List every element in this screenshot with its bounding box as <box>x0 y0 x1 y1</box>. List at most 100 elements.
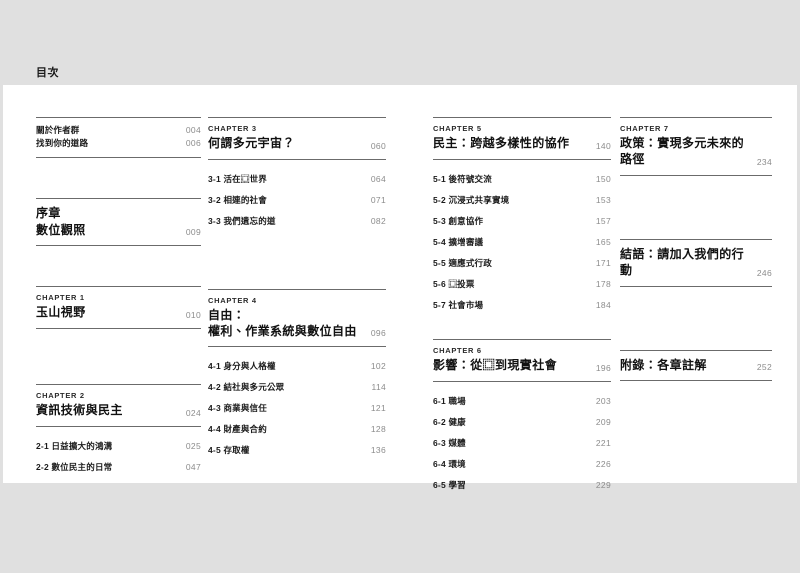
preface-title: 序章 數位觀照 <box>36 205 86 238</box>
section-label: 3-2 相連的社會 <box>208 194 267 205</box>
chapter-4-eyebrow: CHAPTER 4 <box>208 295 257 305</box>
toc-column-1: 關於作者群 004 找到你的道路 006 序章 數位觀照 009 CHAPTER… <box>36 85 201 473</box>
section-label: 3-1 活在⿴世界 <box>208 173 267 184</box>
chapter-1-page: 010 <box>185 310 201 321</box>
chapter-2-block[interactable]: CHAPTER 2 資訊技術與民主 024 <box>36 384 201 428</box>
section-label: 4-5 存取權 <box>208 445 250 456</box>
section-label: 2-1 日益擴大的鴻溝 <box>36 441 113 452</box>
section-row[interactable]: 6-4 環境 226 <box>433 458 611 470</box>
chapter-3-eyebrow: CHAPTER 3 <box>208 124 257 133</box>
section-page: 128 <box>370 424 386 435</box>
section-page: 209 <box>595 416 611 427</box>
toc-page: 目次 關於作者群 004 找到你的道路 006 序章 數位觀照 009 CHAP… <box>0 0 800 573</box>
section-page: 025 <box>185 441 201 452</box>
chapter-7-eyebrow: CHAPTER 7 <box>620 124 669 133</box>
section-row[interactable]: 5-2 沉浸式共享實境 153 <box>433 194 611 206</box>
chapter-5-block[interactable]: CHAPTER 5 民主：跨越多樣性的協作 140 <box>433 117 611 160</box>
section-row[interactable]: 4-3 商業與信任 121 <box>208 402 386 414</box>
chapter-4-block[interactable]: CHAPTER 4 自由： 權利、作業系統與數位自由 096 <box>208 288 386 348</box>
section-row[interactable]: 5-1 後符號交流 150 <box>433 173 611 185</box>
toc-column-2: CHAPTER 3 何謂多元宇宙？ 060 3-1 活在⿴世界 064 3-2 … <box>208 85 386 456</box>
section-page: 071 <box>370 194 386 205</box>
section-row[interactable]: 5-5 適應式行政 171 <box>433 257 611 269</box>
chapter-2-eyebrow: CHAPTER 2 <box>36 391 85 401</box>
section-row[interactable]: 5-3 創意協作 157 <box>433 215 611 227</box>
section-label: 5-1 後符號交流 <box>433 173 492 184</box>
section-row[interactable]: 6-3 媒體 221 <box>433 437 611 449</box>
chapter-1-block[interactable]: CHAPTER 1 玉山視野 010 <box>36 286 201 330</box>
section-page: 226 <box>595 458 611 469</box>
section-row[interactable]: 4-2 結社與多元公眾 114 <box>208 381 386 393</box>
section-row[interactable]: 3-1 活在⿴世界 064 <box>208 173 386 185</box>
preface-title-line-1: 序章 <box>36 206 61 221</box>
section-label: 4-2 結社與多元公眾 <box>208 382 285 393</box>
section-row[interactable]: 4-1 身分與人格權 102 <box>208 360 386 372</box>
chapter-3-block[interactable]: CHAPTER 3 何謂多元宇宙？ 060 <box>208 117 386 160</box>
chapter-5-sections: 5-1 後符號交流 150 5-2 沉浸式共享實境 153 5-3 創意協作 1… <box>433 160 611 311</box>
chapter-6-block[interactable]: CHAPTER 6 影響：從⿴到現實社會 196 <box>433 338 611 382</box>
section-row[interactable]: 6-2 健康 209 <box>433 416 611 428</box>
section-page: 082 <box>370 215 386 226</box>
toc-column-4: CHAPTER 7 政策：實現多元未來的路徑 234 結語：請加入我們的行動 2… <box>620 85 772 382</box>
chapter-4-sections: 4-1 身分與人格權 102 4-2 結社與多元公眾 114 4-3 商業與信任… <box>208 347 386 456</box>
section-page: 047 <box>185 462 201 473</box>
section-row[interactable]: 5-6 ⿴投票 178 <box>433 278 611 290</box>
section-label: 5-3 創意協作 <box>433 215 484 226</box>
toc-column-3: CHAPTER 5 民主：跨越多樣性的協作 140 5-1 後符號交流 150 … <box>433 85 611 491</box>
section-row[interactable]: 4-4 財產與合約 128 <box>208 423 386 435</box>
front-matter-block: 關於作者群 004 找到你的道路 006 <box>36 117 201 159</box>
section-row[interactable]: 6-1 職場 203 <box>433 395 611 407</box>
section-row[interactable]: 5-7 社會市場 184 <box>433 299 611 311</box>
section-label: 5-7 社會市場 <box>433 299 484 310</box>
appendix-page: 252 <box>756 362 772 373</box>
section-label: 4-1 身分與人格權 <box>208 361 276 372</box>
chapter-7-title: 政策：實現多元未來的路徑 <box>620 136 745 166</box>
section-row[interactable]: 4-5 存取權 136 <box>208 444 386 456</box>
section-row[interactable]: 2-1 日益擴大的鴻溝 025 <box>36 440 201 452</box>
section-page: 150 <box>595 173 611 184</box>
chapter-5-page: 140 <box>595 140 611 151</box>
chapter-4-title-line-1: 自由： <box>208 307 246 322</box>
chapter-5-title: 民主：跨越多樣性的協作 <box>433 136 570 150</box>
chapter-4-title: 自由： 權利、作業系統與數位自由 <box>208 308 357 340</box>
toc-entry[interactable]: 找到你的道路 006 <box>36 137 201 150</box>
section-page: 102 <box>370 361 386 372</box>
toc-entry[interactable]: 關於作者群 004 <box>36 124 201 137</box>
entry-label: 找到你的道路 <box>36 138 89 149</box>
section-page: 153 <box>595 194 611 205</box>
preface-block[interactable]: 序章 數位觀照 009 <box>36 198 201 247</box>
section-row[interactable]: 2-2 數位民主的日常 047 <box>36 461 201 473</box>
section-row[interactable]: 6-5 學習 229 <box>433 479 611 491</box>
toc-columns: 關於作者群 004 找到你的道路 006 序章 數位觀照 009 CHAPTER… <box>0 85 800 490</box>
section-page: 157 <box>595 215 611 226</box>
section-label: 6-3 媒體 <box>433 437 466 448</box>
chapter-3-page: 060 <box>370 140 386 151</box>
entry-page: 006 <box>185 138 201 149</box>
chapter-4-page: 096 <box>370 328 386 339</box>
chapter-7-block[interactable]: CHAPTER 7 政策：實現多元未來的路徑 234 <box>620 117 772 176</box>
section-label: 5-6 ⿴投票 <box>433 278 475 289</box>
section-row[interactable]: 3-2 相連的社會 071 <box>208 194 386 206</box>
section-label: 4-3 商業與信任 <box>208 403 267 414</box>
entry-label: 關於作者群 <box>36 125 80 135</box>
chapter-4-title-line-2: 權利、作業系統與數位自由 <box>208 323 357 338</box>
section-label: 2-2 數位民主的日常 <box>36 462 113 473</box>
section-label: 3-3 我們遺忘的道 <box>208 215 276 226</box>
chapter-6-title: 影響：從⿴到現實社會 <box>433 357 558 372</box>
chapter-6-sections: 6-1 職場 203 6-2 健康 209 6-3 媒體 221 6-4 環境 … <box>433 382 611 491</box>
epilogue-title: 結語：請加入我們的行動 <box>620 246 745 278</box>
epilogue-block[interactable]: 結語：請加入我們的行動 246 <box>620 238 772 287</box>
section-row[interactable]: 3-3 我們遺忘的道 082 <box>208 215 386 227</box>
section-page: 171 <box>595 257 611 268</box>
section-row[interactable]: 5-4 擴增審議 165 <box>433 236 611 248</box>
section-label: 6-5 學習 <box>433 479 466 490</box>
section-page: 221 <box>595 437 611 448</box>
preface-page: 009 <box>185 227 201 238</box>
page-title: 目次 <box>36 67 59 79</box>
section-label: 6-1 職場 <box>433 395 466 406</box>
section-page: 121 <box>370 403 386 414</box>
appendix-block[interactable]: 附錄：各章註解 252 <box>620 349 772 382</box>
section-label: 5-5 適應式行政 <box>433 257 492 268</box>
chapter-6-eyebrow: CHAPTER 6 <box>433 345 482 355</box>
chapter-2-title: 資訊技術與民主 <box>36 403 123 418</box>
